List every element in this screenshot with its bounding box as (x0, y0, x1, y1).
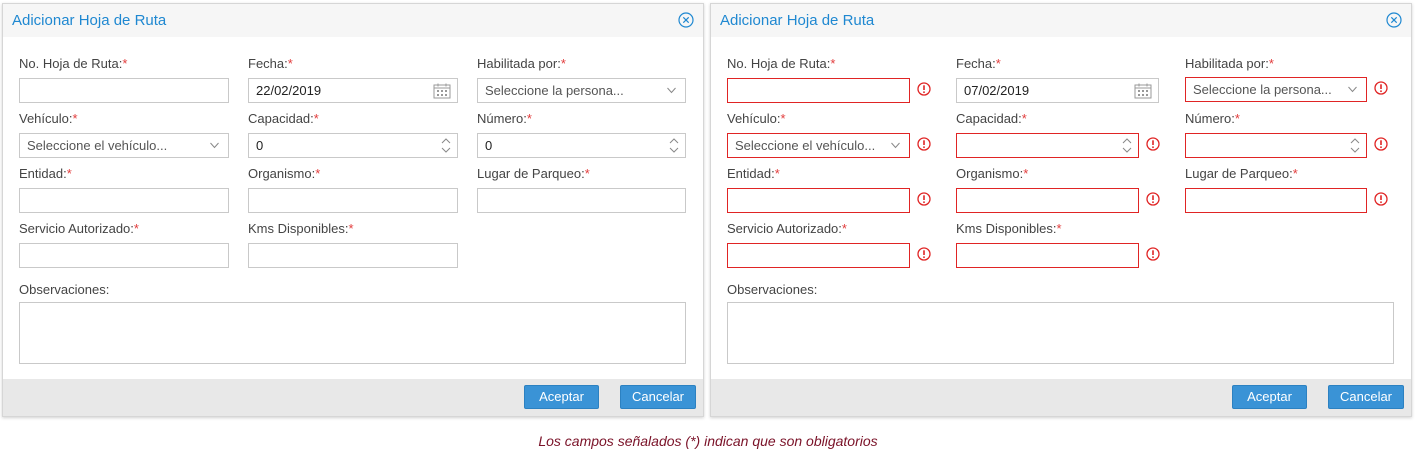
observaciones-textarea[interactable] (19, 302, 686, 364)
label-kms-disponibles: Kms Disponibles:* (248, 221, 354, 236)
error-icon (917, 82, 931, 96)
label-observaciones: Observaciones: (19, 282, 110, 297)
entidad-input[interactable] (19, 188, 229, 213)
label-fecha: Fecha:* (248, 56, 293, 71)
numero-value: 0 (485, 138, 493, 153)
dialog-header: Adicionar Hoja de Ruta (711, 4, 1411, 37)
error-icon (1146, 192, 1160, 206)
spinner-icon[interactable] (669, 137, 679, 154)
error-icon (1146, 247, 1160, 261)
label-organismo: Organismo:* (956, 166, 1029, 181)
dialog-header: Adicionar Hoja de Ruta (3, 4, 703, 37)
label-no-hoja-de-ruta: No. Hoja de Ruta:* (727, 56, 836, 71)
label-entidad: Entidad:* (727, 166, 780, 181)
error-icon (1374, 137, 1388, 151)
fecha-value: 22/02/2019 (256, 83, 322, 98)
error-icon (917, 192, 931, 206)
label-capacidad: Capacidad:* (956, 111, 1027, 126)
kms-disponibles-input[interactable] (956, 243, 1139, 268)
close-icon[interactable] (678, 12, 694, 28)
calendar-icon[interactable] (1134, 83, 1152, 99)
label-observaciones: Observaciones: (727, 282, 818, 297)
label-fecha: Fecha:* (956, 56, 1001, 71)
numero-input[interactable] (1185, 133, 1367, 158)
dialog-title: Adicionar Hoja de Ruta (720, 12, 875, 29)
chevron-down-icon (667, 87, 676, 94)
label-numero: Número:* (477, 111, 532, 126)
no-hoja-de-ruta-input[interactable] (727, 78, 910, 103)
spinner-icon[interactable] (441, 137, 451, 154)
no-hoja-de-ruta-input[interactable] (19, 78, 229, 103)
fecha-value: 07/02/2019 (964, 83, 1030, 98)
label-organismo: Organismo:* (248, 166, 321, 181)
label-kms-disponibles: Kms Disponibles:* (956, 221, 1062, 236)
cancelar-button[interactable]: Cancelar (1328, 385, 1404, 409)
required-fields-note: Los campos señalados (*) indican que son… (538, 433, 878, 449)
fecha-input[interactable]: 07/02/2019 (956, 78, 1159, 103)
kms-disponibles-input[interactable] (248, 243, 458, 268)
chevron-down-icon (891, 142, 900, 149)
calendar-icon[interactable] (433, 83, 451, 99)
habilitada-por-select[interactable]: Seleccione la persona... (1185, 77, 1367, 102)
dialog-footer: Aceptar Cancelar (3, 379, 703, 416)
label-habilitada-por: Habilitada por:* (477, 56, 566, 71)
label-no-hoja-de-ruta: No. Hoja de Ruta:* (19, 56, 128, 71)
close-icon[interactable] (1386, 12, 1402, 28)
chevron-down-icon (1348, 86, 1357, 93)
organismo-input[interactable] (248, 188, 458, 213)
label-lugar-de-parqueo: Lugar de Parqueo:* (1185, 166, 1298, 181)
habilitada-por-placeholder: Seleccione la persona... (485, 83, 624, 98)
vehiculo-select[interactable]: Seleccione el vehículo... (19, 133, 229, 158)
habilitada-por-placeholder: Seleccione la persona... (1193, 82, 1332, 97)
error-icon (917, 247, 931, 261)
label-numero: Número:* (1185, 111, 1240, 126)
lugar-de-parqueo-input[interactable] (1185, 188, 1367, 213)
label-lugar-de-parqueo: Lugar de Parqueo:* (477, 166, 590, 181)
vehiculo-placeholder: Seleccione el vehículo... (735, 138, 876, 153)
dialog-adicionar-hoja-de-ruta: Adicionar Hoja de Ruta No. Hoja de Ruta:… (2, 3, 704, 417)
aceptar-button[interactable]: Aceptar (1232, 385, 1307, 409)
vehiculo-placeholder: Seleccione el vehículo... (27, 138, 168, 153)
label-entidad: Entidad:* (19, 166, 72, 181)
servicio-autorizado-input[interactable] (727, 243, 910, 268)
habilitada-por-select[interactable]: Seleccione la persona... (477, 78, 686, 103)
label-servicio-autorizado: Servicio Autorizado:* (19, 221, 139, 236)
error-icon (1374, 192, 1388, 206)
fecha-input[interactable]: 22/02/2019 (248, 78, 458, 103)
label-vehiculo: Vehículo:* (19, 111, 78, 126)
label-habilitada-por: Habilitada por:* (1185, 56, 1274, 71)
observaciones-textarea[interactable] (727, 302, 1394, 364)
dialog-adicionar-hoja-de-ruta-errors: Adicionar Hoja de Ruta No. Hoja de Ruta:… (710, 3, 1412, 417)
spinner-icon[interactable] (1122, 137, 1132, 154)
dialog-title: Adicionar Hoja de Ruta (12, 12, 167, 29)
numero-input[interactable]: 0 (477, 133, 686, 158)
error-icon (917, 137, 931, 151)
label-vehiculo: Vehículo:* (727, 111, 786, 126)
label-capacidad: Capacidad:* (248, 111, 319, 126)
capacidad-input[interactable] (956, 133, 1139, 158)
dialog-footer: Aceptar Cancelar (711, 379, 1411, 416)
spinner-icon[interactable] (1350, 137, 1360, 154)
entidad-input[interactable] (727, 188, 910, 213)
lugar-de-parqueo-input[interactable] (477, 188, 686, 213)
vehiculo-select[interactable]: Seleccione el vehículo... (727, 133, 910, 158)
capacidad-input[interactable]: 0 (248, 133, 458, 158)
chevron-down-icon (210, 142, 219, 149)
error-icon (1146, 137, 1160, 151)
cancelar-button[interactable]: Cancelar (620, 385, 696, 409)
aceptar-button[interactable]: Aceptar (524, 385, 599, 409)
organismo-input[interactable] (956, 188, 1139, 213)
servicio-autorizado-input[interactable] (19, 243, 229, 268)
capacidad-value: 0 (256, 138, 264, 153)
error-icon (1374, 81, 1388, 95)
label-servicio-autorizado: Servicio Autorizado:* (727, 221, 847, 236)
